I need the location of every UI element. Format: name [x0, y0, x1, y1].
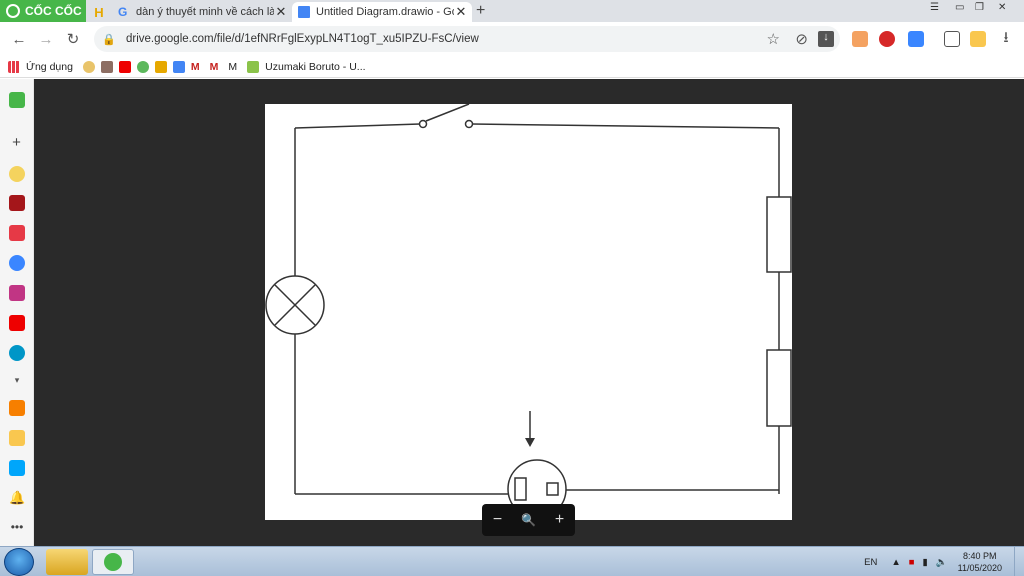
language-indicator[interactable]: EN [864, 557, 877, 568]
bookmark-star-icon[interactable]: ☆ [767, 30, 780, 48]
restore-button[interactable]: ❐ [975, 0, 984, 14]
abp-extension-icon[interactable] [879, 31, 895, 47]
download-arrow-icon[interactable]: ⭳ [996, 29, 1016, 49]
socket-pin-right [546, 482, 559, 496]
brand-label: CỐC CỐC [25, 4, 82, 18]
coccoc-logo-icon [104, 553, 122, 571]
extension-icon[interactable]: ⊘ [795, 30, 808, 48]
zoom-icon[interactable]: 🔍 [517, 513, 541, 527]
new-tab-button[interactable]: + [476, 2, 485, 20]
sidebar-app-3-icon[interactable] [9, 225, 25, 241]
clock-date: 11/05/2020 [957, 563, 1002, 573]
instagram-icon[interactable] [9, 285, 25, 301]
zoom-out-button[interactable]: − [486, 511, 510, 529]
clock[interactable]: 8:40 PM 11/05/2020 [958, 550, 1002, 574]
volume-icon[interactable]: 🔈 [936, 557, 948, 568]
coccoc-logo-icon [6, 4, 20, 18]
close-icon[interactable]: ✕ [454, 4, 468, 20]
forward-button[interactable]: → [36, 29, 56, 49]
tab-strip: CỐC CỐC H G dàn ý thuyết minh về cách là… [0, 0, 1024, 22]
youtube-icon[interactable] [9, 315, 25, 331]
bookmark-1-icon[interactable] [82, 60, 95, 73]
minimize-button[interactable]: ▭ [955, 0, 964, 14]
close-icon[interactable]: ✕ [274, 4, 288, 20]
circuit-diagram [265, 103, 792, 520]
bookmark-label[interactable]: Uzumaki Boruto - U... [265, 61, 365, 73]
show-hidden-icons-icon[interactable]: ▲ [891, 557, 900, 568]
chevron-down-icon[interactable]: ▾ [9, 375, 25, 385]
google-icon: G [118, 5, 128, 19]
cast-icon[interactable] [944, 31, 960, 47]
coccoc-sidebar: + ▾ 🔔 ••• [0, 79, 34, 546]
lock-icon: 🔒 [102, 33, 116, 46]
drive-viewer: − 🔍 + [34, 79, 1024, 546]
socket-pin-left [514, 477, 527, 501]
tab-search[interactable]: G dàn ý thuyết minh về cách làm ✕ [112, 2, 292, 22]
google-docs-icon [298, 6, 310, 18]
translate-extension-icon[interactable] [908, 31, 924, 47]
wire-top-right [471, 123, 780, 129]
add-shortcut-button[interactable]: + [8, 134, 25, 151]
bookmark-2-icon[interactable] [100, 60, 113, 73]
h-icon[interactable] [154, 60, 167, 73]
coccoc-taskbar-icon[interactable] [92, 549, 134, 575]
pinned-tab[interactable]: H [88, 2, 110, 22]
gmail-icon-2[interactable]: M [210, 61, 219, 73]
bookmarks-bar: Ứng dụng M M M Uzumaki Boruto - U... [0, 56, 1024, 78]
youtube-icon[interactable] [118, 60, 131, 73]
sidebar-app-2-icon[interactable] [9, 195, 25, 211]
start-button[interactable] [4, 548, 34, 576]
sidebar-app-1-icon[interactable] [9, 166, 25, 182]
download-icon[interactable]: ↓ [818, 31, 834, 47]
bookmark-4-icon[interactable] [136, 60, 149, 73]
calendar-extension-icon[interactable] [852, 31, 868, 47]
resistor-1 [766, 196, 792, 273]
circuit-svg [265, 103, 792, 519]
tab-diagram[interactable]: Untitled Diagram.drawio - Go ✕ [292, 2, 472, 22]
sale-icon[interactable] [9, 460, 25, 476]
translate-icon[interactable] [172, 60, 185, 73]
coccoc-menu-button[interactable]: CỐC CỐC [0, 0, 86, 22]
arrow-head [525, 438, 535, 447]
show-desktop-button[interactable] [1014, 547, 1024, 576]
network-icon[interactable]: ▮ [923, 557, 928, 568]
game-controller-icon[interactable] [9, 92, 25, 108]
tab-title: dàn ý thuyết minh về cách làm [136, 6, 274, 18]
apps-grid-icon[interactable] [8, 60, 20, 73]
game-app-icon[interactable] [9, 430, 25, 446]
zoom-in-button[interactable]: + [548, 511, 572, 529]
url-text: drive.google.com/file/d/1efNRrFglExypLN4… [126, 33, 479, 45]
tab-title: Untitled Diagram.drawio - Go [316, 6, 454, 18]
resistor-2 [766, 349, 792, 427]
file-explorer-icon[interactable] [46, 549, 88, 575]
clock-time: 8:40 PM [963, 551, 997, 561]
bookmark-label[interactable]: Ứng dụng [26, 61, 73, 73]
system-tray: EN ▲ ■ ▮ 🔈 8:40 PM 11/05/2020 [864, 547, 1024, 576]
notification-bell-icon[interactable]: 🔔 [9, 490, 25, 506]
h-icon: H [94, 4, 104, 20]
close-window-button[interactable]: ✕ [998, 0, 1006, 14]
zoom-controls: − 🔍 + [482, 504, 575, 536]
browser-toolbar: ← → ↻ 🔒 drive.google.com/file/d/1efNRrFg… [0, 22, 1024, 56]
sidebar-app-4-icon[interactable] [9, 255, 25, 271]
switch-contact-right [464, 119, 474, 129]
switch-contact-left [418, 119, 428, 129]
address-bar[interactable]: 🔒 drive.google.com/file/d/1efNRrFglExypL… [94, 26, 840, 52]
switch-lever [425, 103, 470, 122]
image-icon[interactable] [247, 60, 260, 73]
security-icon[interactable]: ■ [909, 557, 915, 568]
more-icon[interactable]: ••• [9, 520, 25, 536]
wire-top-left [294, 123, 421, 129]
gmail-icon[interactable]: M [191, 61, 200, 73]
reload-button[interactable]: ↻ [63, 29, 83, 49]
coccoc-extension-icon[interactable] [970, 31, 986, 47]
windows-taskbar: EN ▲ ■ ▮ 🔈 8:40 PM 11/05/2020 [0, 546, 1024, 576]
back-button[interactable]: ← [9, 29, 29, 49]
sidebar-app-7-icon[interactable] [9, 345, 25, 361]
menu-icon[interactable]: ☰ [930, 0, 939, 14]
shop-icon[interactable] [9, 400, 25, 416]
bookmark-m[interactable]: M [228, 61, 237, 73]
